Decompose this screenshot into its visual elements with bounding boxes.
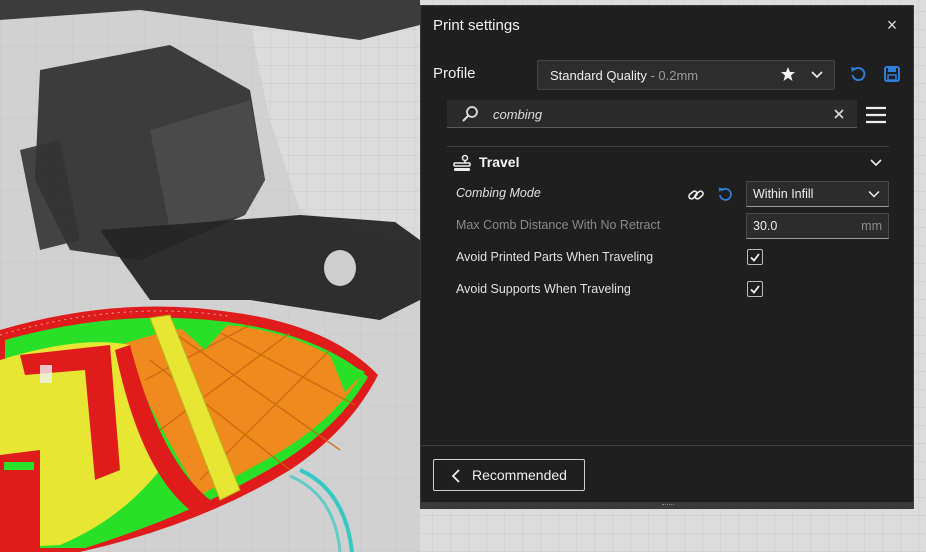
avoid-printed-parts-checkbox[interactable] xyxy=(747,249,763,265)
profile-layer-height: - 0.2mm xyxy=(646,68,699,83)
recommended-button[interactable]: Recommended xyxy=(433,459,585,491)
print-settings-panel: Print settings × Profile Standard Qualit… xyxy=(420,5,914,509)
profile-dropdown[interactable]: Standard Quality - 0.2mm xyxy=(537,60,835,90)
chevron-down-icon xyxy=(870,159,882,167)
clear-icon[interactable] xyxy=(833,108,845,120)
avoid-supports-label: Avoid Supports When Traveling xyxy=(456,282,631,296)
avoid-supports-checkbox[interactable] xyxy=(747,281,763,297)
chevron-left-icon xyxy=(451,469,460,483)
divider xyxy=(447,146,889,147)
checkmark-icon xyxy=(750,253,760,262)
max-comb-distance-value: 30.0 xyxy=(753,219,778,233)
avoid-printed-parts-label: Avoid Printed Parts When Traveling xyxy=(456,250,654,264)
combing-mode-value: Within Infill xyxy=(753,187,814,201)
panel-resize-handle[interactable] xyxy=(421,502,913,508)
resize-grip xyxy=(662,504,674,507)
unit-label: mm xyxy=(861,219,882,233)
search-input[interactable] xyxy=(491,103,815,125)
recommended-label: Recommended xyxy=(472,467,567,483)
star-icon[interactable] xyxy=(780,66,796,82)
checkmark-icon xyxy=(750,285,760,294)
profile-name: Standard Quality xyxy=(550,68,647,83)
search-icon xyxy=(462,106,478,122)
panel-header: Print settings × xyxy=(421,6,913,46)
chevron-down-icon xyxy=(811,71,823,79)
profile-value: Standard Quality - 0.2mm xyxy=(550,68,698,83)
hamburger-menu-icon[interactable] xyxy=(865,104,887,126)
max-comb-distance-field[interactable]: 30.0 mm xyxy=(746,213,889,239)
max-comb-distance-label: Max Comb Distance With No Retract xyxy=(456,218,661,232)
profile-label: Profile xyxy=(433,65,476,82)
category-label: Travel xyxy=(479,154,520,170)
link-icon[interactable] xyxy=(687,186,705,204)
panel-title: Print settings xyxy=(433,17,520,34)
combing-mode-select[interactable]: Within Infill xyxy=(746,181,889,207)
chevron-down-icon xyxy=(868,190,880,198)
footer-divider xyxy=(421,445,913,446)
category-travel[interactable]: Travel xyxy=(447,148,889,178)
save-icon[interactable] xyxy=(883,65,901,83)
combing-mode-label: Combing Mode xyxy=(456,186,541,200)
search-box xyxy=(447,100,857,128)
travel-icon xyxy=(453,154,471,171)
revert-icon[interactable] xyxy=(717,186,733,202)
reset-icon[interactable] xyxy=(849,65,867,83)
close-icon[interactable]: × xyxy=(881,14,903,36)
